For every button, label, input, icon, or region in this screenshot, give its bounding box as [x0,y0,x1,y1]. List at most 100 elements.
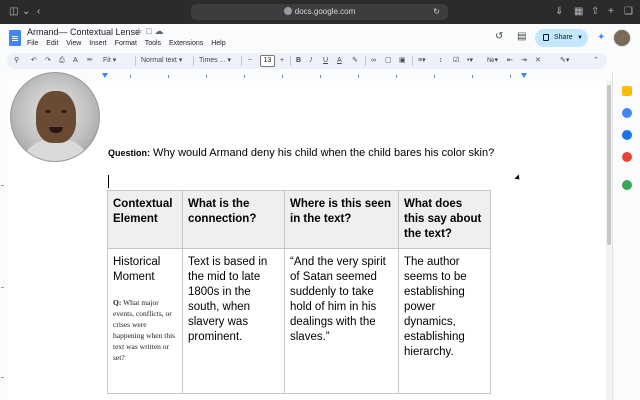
menu-extensions[interactable]: Extensions [169,40,203,47]
font-size-input[interactable]: 13 [260,55,275,67]
extensions-icon[interactable]: ▦ [574,5,583,19]
cell-where[interactable]: “And the very spirit of Satan seemed sud… [284,248,399,394]
align-icon[interactable]: ≡▾ [418,55,426,67]
gemini-icon[interactable]: ✦ [597,32,605,43]
decrease-font-icon[interactable]: − [248,55,252,67]
italic-icon[interactable]: I [310,55,312,67]
ruler-tick [434,75,435,78]
comment-icon[interactable]: ▤ [517,31,526,42]
star-icon[interactable]: ☆ [135,26,146,36]
cloud-status-icon[interactable]: ☁ [155,26,167,36]
print-icon[interactable]: ⎙ [59,55,65,67]
link-icon[interactable]: ∞ [371,55,376,67]
presenter-face [36,91,76,143]
cell-meaning[interactable]: The author seems to be establishing powe… [398,248,491,394]
ruler-tick [396,75,397,78]
paint-format-icon[interactable]: ✏ [87,55,93,67]
bullet-list-icon[interactable]: •▾ [467,55,473,67]
checklist-icon[interactable]: ☑ [453,55,459,67]
font-select[interactable]: Times ... ▾ [199,55,231,67]
sidebar-icon[interactable]: ◫ [9,5,18,19]
back-icon[interactable]: ‹ [37,5,40,19]
ruler-tick [206,75,207,78]
question-line[interactable]: Question: Why would Armand deny his chil… [108,147,494,159]
chevron-down-icon[interactable]: ▼ [577,29,583,47]
menu-edit[interactable]: Edit [46,40,58,47]
cell-element[interactable]: Historical Moment Q: What major events, … [107,248,183,394]
cell-connection[interactable]: Text is based in the mid to late 1800s i… [182,248,285,394]
keep-icon[interactable] [622,108,632,118]
collapse-toolbar-icon[interactable]: ⌃ [593,55,599,67]
separator [290,56,291,66]
right-indent-marker[interactable] [521,73,527,78]
zoom-select[interactable]: Fit ▾ [103,55,116,67]
text-color-icon[interactable]: A [337,55,342,67]
document-title[interactable]: Armand— Contextual Lense [27,27,140,37]
question-label: Question: [108,148,150,158]
chevron-down-icon[interactable]: ⌄ [22,5,30,19]
vertical-ruler [0,81,6,400]
contacts-icon[interactable] [622,152,632,162]
header-cell-connection[interactable]: What is the connection? [182,190,285,249]
scroll-thumb[interactable] [607,85,611,245]
share-page-icon[interactable]: ⇧ [591,5,599,19]
comment-add-icon[interactable]: ▢ [385,55,392,67]
left-indent-marker[interactable] [102,73,108,78]
header-cell-element[interactable]: Contextual Element [107,190,183,249]
highlight-icon[interactable]: ✎ [352,55,358,67]
new-tab-icon[interactable]: + [608,5,614,19]
menu-view[interactable]: View [66,40,81,47]
docs-logo-icon[interactable] [9,30,21,46]
table-row: Historical Moment Q: What major events, … [107,248,491,394]
tab-overview-icon[interactable]: ❏ [624,5,633,19]
formatting-toolbar: ⚲ ↶ ↷ ⎙ A ✏ Fit ▾ Normal text ▾ Times ..… [7,53,607,69]
menu-help[interactable]: Help [211,40,225,47]
search-menus-icon[interactable]: ⚲ [14,55,19,67]
undo-icon[interactable]: ↶ [31,55,37,67]
menu-format[interactable]: Format [115,40,137,47]
redo-icon[interactable]: ↷ [45,55,51,67]
side-panel [612,72,640,400]
menu-file[interactable]: File [27,40,38,47]
move-folder-icon[interactable]: □ [146,26,154,36]
clear-formatting-icon[interactable]: ✕ [535,55,541,67]
header-cell-where[interactable]: Where is this seen in the text? [284,190,399,249]
ruler-tick [1,377,4,378]
share-button[interactable]: Share ▼ [535,29,588,47]
download-icon[interactable]: ⇓ [555,5,563,19]
spellcheck-icon[interactable]: A [73,55,78,67]
increase-font-icon[interactable]: + [280,55,284,67]
separator [135,56,136,66]
style-select[interactable]: Normal text ▾ [141,55,182,67]
title-icons: ☆□☁ [135,26,167,37]
ruler-tick [358,75,359,78]
ruler-tick [168,75,169,78]
reload-icon[interactable]: ↻ [433,4,440,20]
presenter-eye [61,110,67,113]
indent-increase-icon[interactable]: ⇥ [521,55,527,67]
underline-icon[interactable]: U [323,55,328,67]
address-bar[interactable]: docs.google.com ↻ [191,4,448,20]
line-spacing-icon[interactable]: ↕ [439,55,443,67]
indent-decrease-icon[interactable]: ⇤ [507,55,513,67]
image-icon[interactable]: ▣ [399,55,406,67]
maps-icon[interactable] [622,180,632,190]
bold-icon[interactable]: B [296,55,301,67]
presenter-mouth [49,127,63,133]
header-cell-meaning[interactable]: What does this say about the text? [398,190,491,249]
history-icon[interactable]: ↺ [495,31,503,42]
text-cursor [108,175,109,188]
numbered-list-icon[interactable]: №▾ [487,55,498,67]
menu-insert[interactable]: Insert [89,40,107,47]
calendar-icon[interactable] [622,86,632,96]
editing-mode-icon[interactable]: ✎▾ [560,55,569,67]
menu-tools[interactable]: Tools [145,40,161,47]
account-avatar[interactable] [613,29,631,47]
share-label: Share [554,34,573,41]
ruler-tick [1,287,4,288]
question-text: Why would Armand deny his child when the… [150,147,495,159]
ruler-tick [244,75,245,78]
zoom-value: Fit [103,57,111,64]
tasks-icon[interactable] [622,130,632,140]
ruler-tick [1,185,4,186]
